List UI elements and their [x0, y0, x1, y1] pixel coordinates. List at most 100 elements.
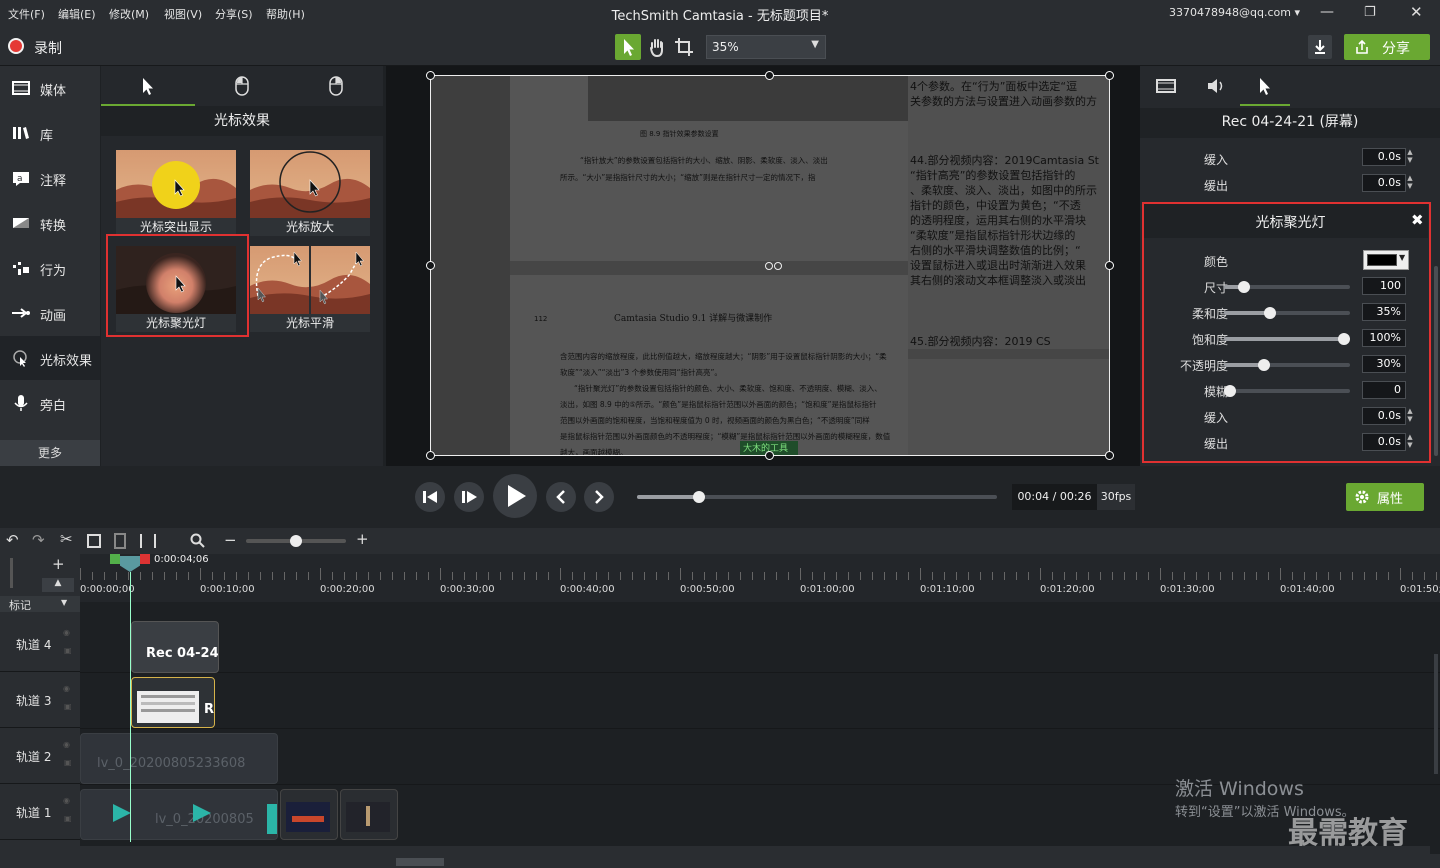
clip-track2[interactable]: lv_0_20200805233608 — [80, 733, 278, 784]
track-divider — [80, 728, 1440, 729]
preview-canvas[interactable]: 图 8.9 指针效果参数设置 “指针放大”的参数设置包括指针的大小、缩放、阴影、… — [386, 66, 1140, 466]
playhead-time: 0:00:04;06 — [154, 554, 209, 565]
next-frame-button[interactable] — [454, 482, 484, 512]
zoom-select[interactable]: 35% ▼ — [706, 35, 826, 59]
resize-handle[interactable] — [765, 451, 774, 460]
lock-icon[interactable]: ▣ — [64, 814, 72, 823]
nav-media[interactable]: 媒体 — [0, 66, 100, 110]
nav-voice-narration[interactable]: 旁白 — [0, 381, 100, 425]
timeline-zoom-knob[interactable] — [290, 535, 302, 547]
zoom-in-icon[interactable]: + — [356, 530, 369, 548]
eye-icon[interactable]: ◉ — [63, 796, 70, 805]
resize-handle[interactable] — [426, 451, 435, 460]
resize-handle[interactable] — [1105, 261, 1114, 270]
nav-cursor-effects[interactable]: 光标效果 — [0, 336, 100, 380]
prev-clip-button[interactable] — [546, 482, 576, 512]
record-button[interactable]: 录制 — [34, 38, 62, 58]
minimize-icon[interactable]: — — [1320, 4, 1334, 20]
clip-track3[interactable]: R — [131, 677, 215, 728]
nav-animation[interactable]: 动画 — [0, 291, 100, 335]
tab-audio-properties[interactable] — [1190, 66, 1240, 106]
tab-visual-properties[interactable] — [1140, 66, 1190, 106]
resize-handle[interactable] — [1105, 451, 1114, 460]
tab-right-click[interactable] — [289, 66, 383, 106]
fade-in-input[interactable]: 0.0s — [1362, 148, 1406, 166]
track-3-header[interactable]: 轨道 3 ◉ ▣ — [0, 672, 80, 728]
spinner-arrows-icon[interactable]: ▲ ▼ — [1406, 174, 1414, 192]
restore-icon[interactable]: ❐ — [1364, 5, 1376, 20]
track-1-header[interactable]: 轨道 1 ◉ ▣ — [0, 784, 80, 840]
more-button[interactable]: 更多 — [0, 440, 100, 466]
fade-out-input[interactable]: 0.0s — [1362, 174, 1406, 192]
resize-handle[interactable] — [765, 71, 774, 80]
nav-transition[interactable]: 转换 — [0, 201, 100, 245]
lock-icon[interactable]: ▣ — [64, 758, 72, 767]
cut-icon[interactable]: ✂ — [60, 530, 73, 548]
resize-handle[interactable] — [426, 261, 435, 270]
bottom-scrollbar[interactable] — [0, 854, 1440, 868]
prev-frame-button[interactable] — [415, 482, 445, 512]
panel-scrollbar[interactable] — [1434, 266, 1438, 456]
eye-icon[interactable]: ◉ — [63, 628, 70, 637]
range-start-handle[interactable] — [110, 554, 120, 564]
split-icon[interactable] — [140, 534, 156, 548]
right-click-icon — [329, 76, 343, 96]
redo-icon[interactable]: ↷ — [32, 531, 45, 549]
tab-cursor-properties[interactable] — [1240, 66, 1290, 106]
paste-icon[interactable] — [114, 533, 126, 549]
effect-cursor-magnify[interactable]: 光标放大 — [250, 150, 370, 236]
nav-label: 库 — [40, 129, 54, 144]
resize-handle[interactable] — [426, 71, 435, 80]
lock-icon[interactable]: ▣ — [64, 646, 72, 655]
clip-track1-b[interactable] — [280, 789, 338, 840]
undo-icon[interactable]: ↶ — [6, 531, 19, 549]
crop-tool-button[interactable] — [671, 34, 697, 60]
collapse-button[interactable]: ▲ — [42, 578, 74, 592]
slider-knob[interactable] — [692, 491, 705, 503]
scrub-slider[interactable] — [637, 490, 997, 504]
transition-marker[interactable] — [113, 804, 131, 822]
lock-icon[interactable]: ▣ — [64, 702, 72, 711]
download-button[interactable] — [1308, 35, 1332, 59]
search-icon[interactable] — [190, 533, 206, 549]
eye-icon[interactable]: ◉ — [63, 684, 70, 693]
resize-handle[interactable] — [1105, 71, 1114, 80]
track-2-header[interactable]: 轨道 2 ◉ ▣ — [0, 728, 80, 784]
scrollbar-thumb[interactable] — [396, 858, 444, 866]
close-window-icon[interactable]: ✕ — [1410, 3, 1423, 21]
add-track-icon[interactable]: + — [52, 555, 65, 573]
timeline-ruler[interactable]: 0:00:00;00 0:00:10;00 0:00:20;00 0:00:30… — [80, 554, 1440, 602]
account-menu[interactable]: 3370478948@qq.com ▾ — [1169, 6, 1300, 19]
timeline-v-scrollbar[interactable] — [1434, 654, 1438, 774]
record-icon[interactable] — [8, 38, 24, 54]
tab-left-click[interactable] — [195, 66, 289, 106]
ruler-tick — [632, 572, 633, 580]
track-height-slider[interactable] — [8, 558, 16, 592]
tab-cursor[interactable] — [101, 66, 195, 106]
next-clip-button[interactable] — [584, 482, 614, 512]
nav-annotation[interactable]: a 注释 — [0, 156, 100, 200]
clip-track4[interactable]: Rec 04-24- — [131, 621, 219, 673]
copy-icon[interactable] — [87, 534, 101, 548]
transition-marker[interactable] — [267, 804, 277, 834]
play-button[interactable] — [493, 474, 537, 518]
spinner-arrows-icon[interactable]: ▲ ▼ — [1406, 148, 1414, 166]
eye-icon[interactable]: ◉ — [63, 740, 70, 749]
timeline-h-scrollbar[interactable] — [80, 846, 1430, 854]
effect-cursor-highlight[interactable]: 光标突出显示 — [116, 150, 236, 236]
nav-library[interactable]: 库 — [0, 111, 100, 155]
track-4-header[interactable]: 轨道 4 ◉ ▣ — [0, 616, 80, 672]
clip-track1[interactable]: lv_0_20200805 — [80, 789, 278, 840]
pan-tool-button[interactable] — [644, 34, 670, 60]
range-end-handle[interactable] — [140, 554, 150, 564]
center-handle[interactable] — [764, 261, 784, 271]
select-tool-button[interactable] — [615, 34, 641, 60]
share-button[interactable]: 分享 — [1344, 34, 1430, 60]
zoom-out-icon[interactable]: − — [224, 531, 237, 549]
properties-button[interactable]: 属性 — [1346, 483, 1424, 511]
effect-cursor-smoothing[interactable]: 光标平滑 — [250, 246, 370, 332]
nav-behavior[interactable]: 行为 — [0, 246, 100, 290]
ruler-tick — [164, 572, 165, 580]
clip-track1-c[interactable] — [340, 789, 398, 840]
markers-row[interactable]: 标记 ▼ — [0, 596, 80, 612]
